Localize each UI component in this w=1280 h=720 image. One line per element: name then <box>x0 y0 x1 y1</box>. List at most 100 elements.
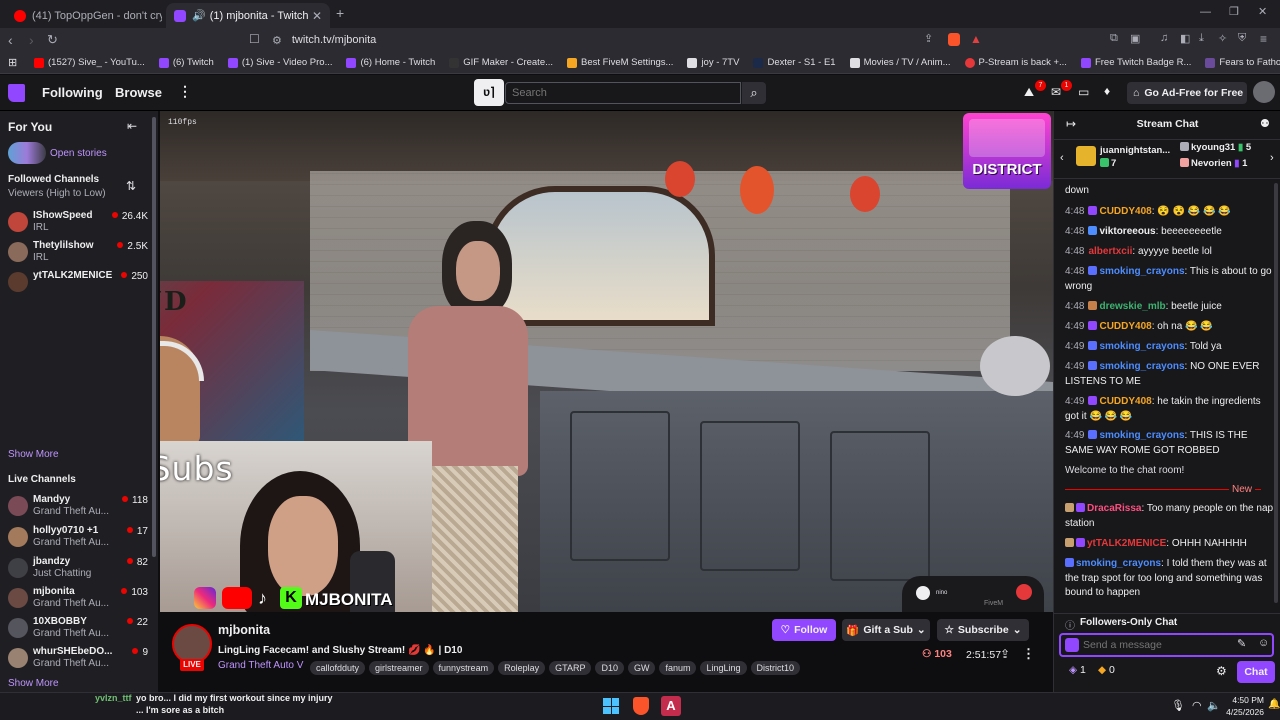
bookmark-item[interactable]: Fears to Fathom – Ir... <box>1205 57 1280 68</box>
sidebar-channel[interactable]: IShowSpeed IRL 26.4K <box>8 208 148 238</box>
channel-name[interactable]: mjbonita <box>218 623 270 637</box>
bookmark-icon[interactable]: ☐ <box>249 32 260 46</box>
sidebar-icon[interactable]: ◧ <box>1180 32 1190 45</box>
wifi-icon[interactable]: ◠ <box>1192 699 1202 712</box>
maximize-button[interactable]: ❐ <box>1229 5 1239 18</box>
bookmark-item[interactable]: (6) Home - Twitch <box>346 57 435 68</box>
share-icon[interactable]: ⇪ <box>1000 647 1010 661</box>
tag[interactable]: fanum <box>659 661 697 675</box>
leo-icon[interactable]: ✧ <box>1218 32 1227 45</box>
close-tab-icon[interactable]: ✕ <box>312 9 322 23</box>
more-options-icon[interactable]: ⋮ <box>178 83 192 100</box>
brave-icon[interactable] <box>633 697 649 715</box>
chevron-right-icon[interactable]: › <box>1270 152 1274 164</box>
bookmark-item[interactable]: (1) Sive - Video Pro... <box>227 57 332 68</box>
user-avatar[interactable] <box>1253 81 1275 103</box>
show-more-followed[interactable]: Show More <box>8 449 59 460</box>
nav-browse[interactable]: Browse <box>115 85 162 100</box>
close-window-button[interactable]: ✕ <box>1258 5 1267 18</box>
subscribe-button[interactable]: ☆ Subscribe ⌄ <box>937 619 1029 641</box>
extension-icon[interactable]: ▣ <box>1130 32 1140 45</box>
url-field[interactable]: ⚙ twitch.tv/mjbonita <box>272 31 992 49</box>
reload-icon[interactable]: ↻ <box>47 32 58 48</box>
volume-icon[interactable]: 🔈 <box>1207 699 1221 712</box>
collapse-sidebar-icon[interactable]: ⇤ <box>127 119 137 133</box>
bookmark-item[interactable]: GIF Maker - Create... <box>449 57 553 68</box>
bookmark-item[interactable]: P-Stream is back +... <box>964 57 1067 68</box>
sidebar-channel[interactable]: 10XBOBBY Grand Theft Au... 22 <box>8 614 148 644</box>
tag[interactable]: Roleplay <box>498 661 546 675</box>
sidebar-channel[interactable]: mjbonita Grand Theft Au... 103 <box>8 584 148 614</box>
bits-balance[interactable]: ◆ 0 <box>1098 664 1115 676</box>
media-icon[interactable]: ♫ <box>1160 32 1168 44</box>
downloads-icon[interactable]: ⤓ <box>1199 32 1204 45</box>
sort-icon[interactable]: ⇅ <box>126 179 136 193</box>
chat-scrollbar[interactable] <box>1274 183 1278 603</box>
app-icon[interactable]: A <box>661 696 681 716</box>
chevron-left-icon[interactable]: ‹ <box>1060 152 1064 164</box>
bookmark-item[interactable]: Movies / TV / Anim... <box>849 57 951 68</box>
tag[interactable]: D10 <box>595 661 624 675</box>
chat-input-box[interactable]: ✎ ☺ <box>1059 633 1274 657</box>
nav-following[interactable]: Following <box>42 85 103 100</box>
show-more-live[interactable]: Show More <box>8 678 59 689</box>
ad-free-button[interactable]: ⌂ Go Ad-Free for Free <box>1127 82 1247 104</box>
bookmark-item[interactable]: joy - 7TV <box>687 57 739 68</box>
magic-icon[interactable]: ✎ <box>1237 637 1246 650</box>
search-icon[interactable]: ⌕ <box>742 82 766 104</box>
tag[interactable]: callofdduty <box>310 661 366 675</box>
prime-loot-icon[interactable]: ⛰ <box>1024 85 1034 100</box>
vpn-icon[interactable]: ⛨ <box>1238 32 1246 45</box>
users-icon[interactable]: ⚉ <box>1260 117 1270 130</box>
chat-settings-icon[interactable]: ⚙ <box>1216 664 1227 678</box>
twitch-logo-icon[interactable] <box>8 84 25 102</box>
new-tab-button[interactable]: + <box>336 5 344 21</box>
emote-icon[interactable]: ☺ <box>1258 637 1269 649</box>
bookmark-item[interactable]: Free Twitch Badge R... <box>1080 57 1191 68</box>
sidebar-scrollbar[interactable] <box>152 117 156 557</box>
extensions-icon[interactable]: ⧉ <box>1110 32 1118 45</box>
7tv-extension-icon[interactable]: ʋ⌉ <box>474 79 504 106</box>
menu-icon[interactable]: ≡ <box>1260 32 1267 46</box>
bookmark-item[interactable]: (1527) Sive_ - YouTu... <box>34 57 145 68</box>
gift-sub-button[interactable]: 🎁 Gift a Sub ⌄ <box>842 619 930 641</box>
tag[interactable]: GW <box>627 661 656 675</box>
back-icon[interactable]: ‹ <box>8 32 13 48</box>
notification-bell-icon[interactable]: 🔔 <box>1268 699 1280 710</box>
share-icon[interactable]: ⇪ <box>924 32 933 45</box>
brave-rewards-icon[interactable]: ▲ <box>970 32 982 46</box>
bookmark-item[interactable]: Dexter - S1 - E1 <box>753 57 836 68</box>
brave-shield-icon[interactable] <box>948 33 960 46</box>
bookmark-item[interactable]: (6) Twitch <box>158 57 214 68</box>
stories-avatars[interactable] <box>8 142 46 164</box>
sidebar-channel[interactable]: Mandyy Grand Theft Au... 118 <box>8 492 148 522</box>
tag[interactable]: District10 <box>750 661 801 675</box>
sidebar-channel[interactable]: hollyy0710 +1 Grand Theft Au... 17 <box>8 523 148 553</box>
search-input[interactable] <box>505 82 741 104</box>
chat-input[interactable] <box>1083 636 1223 654</box>
tag[interactable]: funnystream <box>432 661 495 675</box>
game-link[interactable]: Grand Theft Auto V <box>218 660 303 671</box>
clock-time[interactable]: 4:50 PM <box>1224 695 1264 705</box>
open-stories-link[interactable]: Open stories <box>50 148 107 159</box>
minimize-button[interactable]: — <box>1200 6 1211 18</box>
microphone-icon[interactable]: 🎙 <box>1171 699 1185 712</box>
chat-send-button[interactable]: Chat <box>1237 661 1275 683</box>
crown-icon[interactable]: ♦ <box>1104 84 1110 98</box>
clock-date[interactable]: 4/25/2026 <box>1224 707 1264 717</box>
inbox-icon[interactable]: ✉ <box>1051 85 1061 99</box>
video-player[interactable]: 110fps RICK AND MORTY 66/70 Subs ♪ K MJB… <box>160 111 1053 612</box>
sidebar-channel[interactable]: whurSHEbeDO... Grand Theft Au... 9 <box>8 644 148 674</box>
bookmark-item[interactable]: Best FiveM Settings... <box>567 57 673 68</box>
browser-tab-twitch[interactable]: 🔊 (1) mjbonita - Twitch ✕ <box>166 3 330 28</box>
sub-badge-icon[interactable] <box>1065 638 1079 652</box>
windows-start-icon[interactable] <box>603 698 619 714</box>
streamer-avatar[interactable] <box>172 624 212 664</box>
tag[interactable]: LingLing <box>700 661 747 675</box>
more-options-icon[interactable]: ⋮ <box>1022 646 1035 662</box>
follow-button[interactable]: ♡ Follow <box>772 619 836 641</box>
sidebar-channel[interactable]: Thetylilshow IRL 2.5K <box>8 238 148 268</box>
forward-icon[interactable]: › <box>29 32 34 48</box>
tag[interactable]: GTARP <box>549 661 592 675</box>
whispers-icon[interactable]: ▭ <box>1078 85 1089 99</box>
